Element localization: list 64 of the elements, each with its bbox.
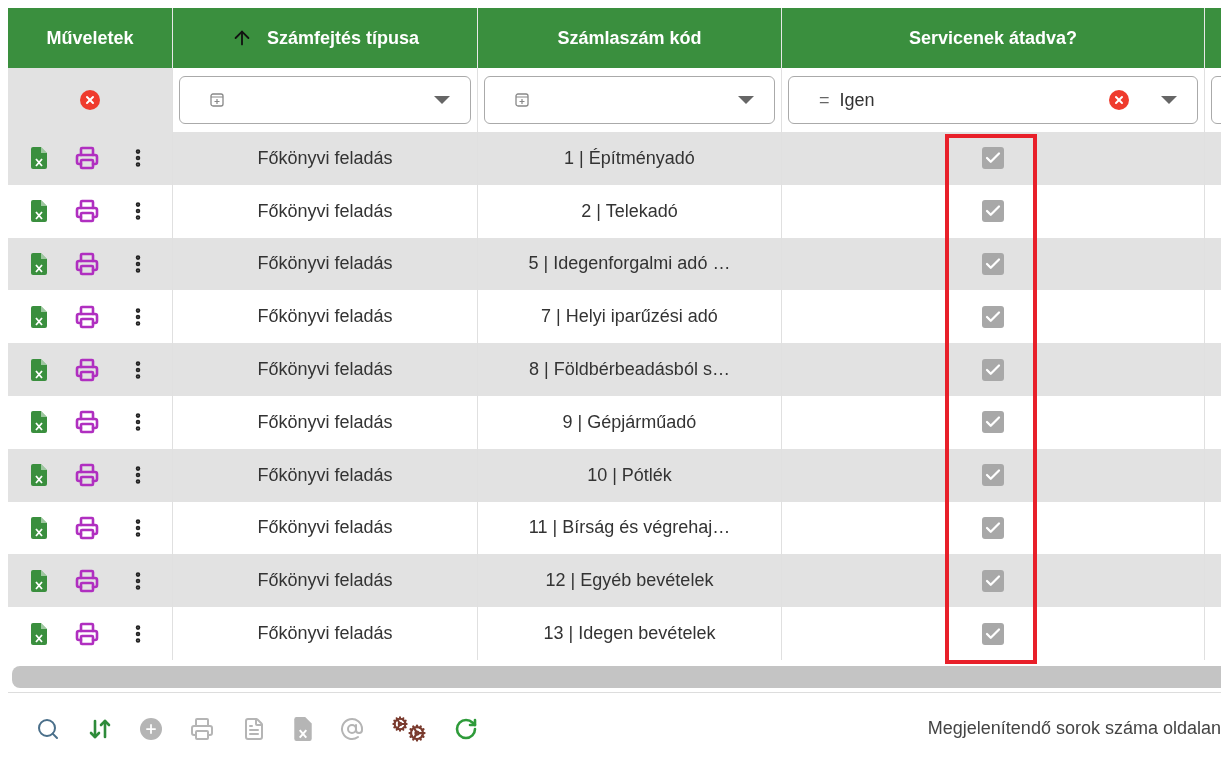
dropdown-caret-icon[interactable] xyxy=(738,96,754,104)
checkbox[interactable] xyxy=(982,411,1004,434)
printer-icon[interactable] xyxy=(75,568,99,593)
select-icon xyxy=(210,93,224,107)
checkbox[interactable] xyxy=(982,569,1004,592)
column-header[interactable]: Műveletek xyxy=(8,8,173,68)
dropdown-caret-icon[interactable] xyxy=(434,96,450,104)
excel-file-icon[interactable] xyxy=(31,253,47,275)
table-cell: 12 | Egyéb bevételek xyxy=(478,554,782,608)
excel-file-icon[interactable] xyxy=(31,147,47,170)
column-header[interactable]: Számfejtés típusa xyxy=(173,8,478,68)
checkbox[interactable] xyxy=(982,622,1004,645)
printer-icon[interactable] xyxy=(75,146,99,171)
printer-icon[interactable] xyxy=(75,463,99,488)
filter-field[interactable] xyxy=(179,76,471,124)
excel-file-icon[interactable] xyxy=(31,358,47,381)
excel-file-icon[interactable] xyxy=(31,516,47,539)
checkbox[interactable] xyxy=(982,464,1004,487)
table-cell: Főkönyvi feladás xyxy=(173,237,478,291)
column-header[interactable]: Servicenek átadva? xyxy=(782,8,1205,68)
table-cell: 10 | Pótlék xyxy=(478,448,782,502)
table-cell: 5 | Idegenforgalmi adó … xyxy=(478,237,782,291)
checkbox[interactable] xyxy=(982,253,1004,275)
excel-file-icon[interactable] xyxy=(31,411,47,434)
refresh-button[interactable] xyxy=(454,716,478,741)
page-size-label: Megjelenítendő sorok száma oldalan xyxy=(927,718,1221,740)
horizontal-scrollbar[interactable] xyxy=(12,665,1221,688)
printer-icon[interactable] xyxy=(75,515,99,540)
filter-field[interactable]: = Igen xyxy=(788,76,1198,124)
gear-icon xyxy=(392,715,408,732)
clear-filters-icon[interactable] xyxy=(80,90,100,110)
search-button[interactable] xyxy=(36,716,60,741)
excel-file-icon[interactable] xyxy=(31,464,47,487)
printer-icon[interactable] xyxy=(75,304,99,329)
table-cell: Főkönyvi feladás xyxy=(173,448,478,502)
checkbox[interactable] xyxy=(982,147,1004,170)
plus-icon xyxy=(144,721,158,736)
filter-value: Igen xyxy=(839,89,875,110)
table-cell: 8 | Földbérbeadásból s… xyxy=(478,343,782,396)
excel-file-icon[interactable] xyxy=(31,569,47,592)
checkbox[interactable] xyxy=(982,516,1004,539)
printer-icon[interactable] xyxy=(75,410,99,435)
settings-button[interactable] xyxy=(392,715,426,742)
table-cell: 1 | Építményadó xyxy=(478,132,782,185)
clear-icon[interactable] xyxy=(1109,90,1129,110)
select-icon xyxy=(515,93,529,107)
printer-icon[interactable] xyxy=(75,621,99,646)
dropdown-caret-icon[interactable] xyxy=(1161,96,1177,104)
table-cell: Főkönyvi feladás xyxy=(173,132,478,185)
operator-label[interactable]: = xyxy=(819,89,830,111)
checkbox[interactable] xyxy=(982,358,1004,381)
excel-file-icon[interactable] xyxy=(31,622,47,645)
excel-file-icon[interactable] xyxy=(31,305,47,328)
checkbox[interactable] xyxy=(982,200,1004,223)
printer-icon[interactable] xyxy=(75,252,99,276)
excel-file-icon[interactable] xyxy=(31,200,47,223)
column-header[interactable]: Számlaszám kód xyxy=(478,8,782,68)
table-cell: Főkönyvi feladás xyxy=(173,343,478,396)
checkbox[interactable] xyxy=(982,305,1004,328)
gear-icon xyxy=(408,723,426,742)
filter-field[interactable] xyxy=(484,76,775,124)
printer-icon[interactable] xyxy=(75,199,99,224)
table-cell: Főkönyvi feladás xyxy=(173,554,478,608)
printer-icon[interactable] xyxy=(75,357,99,382)
